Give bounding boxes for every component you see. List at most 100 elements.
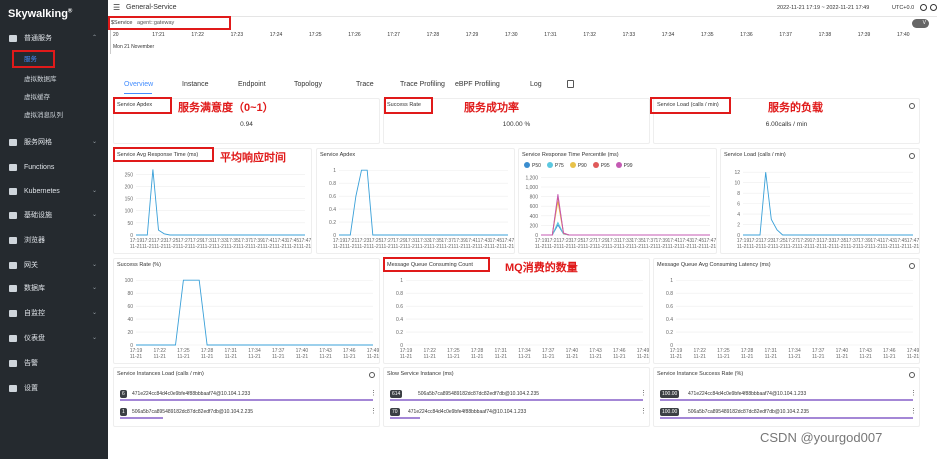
toggle-switch[interactable]: V (912, 19, 929, 28)
annotation: MQ消费的数量 (505, 262, 578, 274)
timeline[interactable]: 20 17:21 17:22 17:23 17:24 17:25 17:26 17:27 17:… (110, 30, 934, 54)
list-item[interactable]: 1 506a5b7ca895489182dc87dc82edf7db@10.104… (120, 408, 377, 419)
sidebar-item-label: 数据库 (24, 285, 45, 292)
y-tick-label: 1,000 (525, 185, 538, 191)
tab-ebpf-profiling[interactable]: eBPF Profiling (455, 81, 500, 88)
x-tick-date: 11-21 (693, 354, 706, 360)
timezone[interactable]: UTC+0.0 (892, 5, 914, 11)
chevron-icon: ⌃ (91, 35, 97, 41)
more-icon[interactable]: ⋮ (640, 390, 647, 398)
info-icon[interactable] (909, 372, 915, 378)
x-tick-date: 11-21 (272, 354, 285, 360)
y-tick-label: 80 (127, 291, 133, 297)
x-tick-date: 11-21 (846, 244, 859, 250)
y-tick-label: 12 (734, 170, 740, 176)
legend-item[interactable]: P90 (569, 162, 587, 169)
timeline-tick: 17:40 (897, 32, 910, 38)
legend-item[interactable]: P95 (592, 162, 610, 169)
instance-name: 471e224cc84d4c0e9bfe4f88bbbaaf74@10.104.… (688, 391, 807, 397)
mesh-icon (9, 139, 17, 146)
list-item[interactable]: 100.00 506a5b7ca895489182dc87dc82edf7db@1… (660, 408, 917, 419)
tab-instance[interactable]: Instance (182, 81, 208, 88)
chart-panel-load: Service Load (calls / min) 0 2 4 6 8 10 12 17:19… (720, 148, 920, 254)
sidebar-item-14[interactable]: 告警 (0, 355, 108, 372)
x-tick-date: 11-21 (225, 354, 238, 360)
sidebar-item-15[interactable]: 设置 (0, 380, 108, 397)
chart-title-highlight (383, 257, 490, 272)
sidebar-item-label: 自监控 (24, 310, 45, 317)
sidebar-item-11[interactable]: 数据库 ⌄ (0, 280, 108, 297)
series-line (541, 224, 710, 236)
list-item[interactable]: 614 506a5b7ca895489182dc87dc82edf7db@10.1… (390, 390, 647, 401)
legend-dot (615, 162, 622, 168)
x-tick-date: 11-21 (559, 244, 572, 250)
tab-endpoint[interactable]: Endpoint (238, 81, 266, 88)
copy-icon[interactable] (567, 80, 574, 88)
x-tick-date: 11-21 (656, 244, 669, 250)
sidebar-item-6[interactable]: Functions (0, 159, 108, 176)
sidebar-item-2[interactable]: 虚拟数据库 (0, 71, 108, 88)
x-tick-date: 11-21 (287, 244, 300, 250)
sidebar-item-0[interactable]: 普通服务 ⌃ (0, 30, 108, 47)
x-tick-date: 11-21 (466, 244, 479, 250)
sidebar-item-10[interactable]: 网关 ⌄ (0, 257, 108, 274)
sidebar-item-5[interactable]: 服务网格 ⌄ (0, 134, 108, 151)
info-icon[interactable] (909, 263, 915, 269)
list-title: Service Instance Success Rate (%) (657, 371, 744, 377)
y-tick-label: 1 (333, 168, 336, 174)
x-tick-date: 11-21 (566, 354, 579, 360)
tab-overview[interactable]: Overview (124, 81, 153, 88)
tab-topology[interactable]: Topology (294, 81, 322, 88)
chevron-icon: ⌄ (91, 335, 97, 341)
sidebar-item-7[interactable]: Kubernetes ⌄ (0, 183, 108, 200)
more-icon[interactable]: ⋮ (370, 408, 377, 416)
info-icon[interactable] (369, 372, 375, 378)
sidebar-item-13[interactable]: 仪表盘 ⌄ (0, 330, 108, 347)
x-tick-date: 11-21 (810, 244, 823, 250)
sidebar-item-4[interactable]: 虚拟消息队列 (0, 107, 108, 124)
list-item[interactable]: 6 471e224cc84d4c0e9bfe4f88bbbaaf74@10.104… (120, 390, 377, 401)
x-tick-date: 11-21 (214, 244, 227, 250)
tab-trace[interactable]: Trace (356, 81, 374, 88)
sidebar-item-8[interactable]: 基础设施 ⌄ (0, 207, 108, 224)
logo[interactable]: Skywalking® (8, 8, 72, 20)
more-icon[interactable]: ⋮ (910, 390, 917, 398)
time-range[interactable]: 2022-11-21 17:19 ~ 2022-11-21 17:49 (777, 5, 869, 11)
x-tick-date: 11-21 (343, 354, 356, 360)
chart-svg: 00.20.40.60.8117:1911-2117:2211-2117:251… (666, 278, 919, 360)
list-item[interactable]: 70 471e224cc84d4c0e9bfe4f88bbbaaf74@10.10… (390, 408, 647, 419)
tab-trace-profiling[interactable]: Trace Profiling (400, 81, 445, 88)
info-icon[interactable] (909, 153, 915, 159)
legend-item[interactable]: P99 (615, 162, 633, 169)
annotation: 服务成功率 (464, 102, 519, 114)
selector-highlight (108, 16, 231, 30)
x-tick-date: 11-21 (773, 244, 786, 250)
x-tick-date: 11-21 (201, 354, 214, 360)
more-icon[interactable]: ⋮ (640, 408, 647, 416)
x-tick-date: 11-21 (400, 354, 413, 360)
x-tick-date: 11-21 (238, 244, 251, 250)
info-icon[interactable] (930, 4, 937, 11)
value-badge: 1 (120, 408, 127, 416)
x-tick-date: 11-21 (177, 354, 190, 360)
sidebar-item-label: Kubernetes (24, 188, 60, 195)
y-tick-label: 1 (670, 278, 673, 284)
sidebar-item-3[interactable]: 虚拟缓存 (0, 89, 108, 106)
more-icon[interactable]: ⋮ (370, 390, 377, 398)
refresh-icon[interactable] (920, 4, 927, 11)
legend-item[interactable]: P50 (524, 162, 541, 169)
list-item[interactable]: 100.00 471e224cc84d4c0e9bfe4f88bbbaaf74@1… (660, 390, 917, 401)
x-tick-date: 11-21 (613, 354, 626, 360)
card-title-highlight (650, 97, 731, 114)
info-icon[interactable] (909, 103, 915, 109)
sidebar-item-12[interactable]: 自监控 ⌄ (0, 305, 108, 322)
x-tick-date: 11-21 (883, 244, 896, 250)
y-tick-label: 0.4 (396, 317, 403, 323)
sidebar-item-9[interactable]: 浏览器 (0, 232, 108, 249)
legend-item[interactable]: P75 (546, 162, 564, 169)
tab-log[interactable]: Log (530, 81, 542, 88)
x-tick-date: 11-21 (393, 244, 406, 250)
more-icon[interactable]: ⋮ (910, 408, 917, 416)
menu-icon[interactable]: ☰ (113, 4, 120, 12)
x-tick-date: 11-21 (680, 244, 693, 250)
